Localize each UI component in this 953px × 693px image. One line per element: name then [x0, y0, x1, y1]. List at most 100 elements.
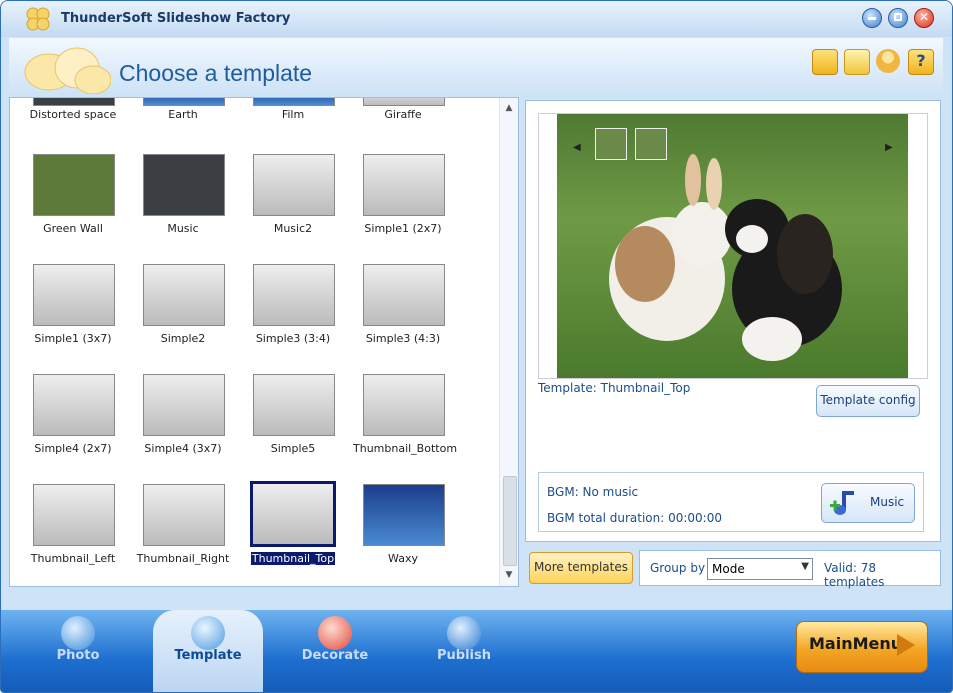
scroll-up-icon[interactable]: ▲ [502, 101, 516, 115]
template-label: Thumbnail_Top [251, 552, 335, 565]
template-tile[interactable]: Thumbnail_Left [23, 484, 123, 566]
selected-template-label: Template: Thumbnail_Top [538, 381, 691, 395]
nav-template[interactable]: Template [153, 610, 263, 692]
group-by-label: Group by [650, 561, 706, 575]
user-icon[interactable] [876, 49, 900, 73]
template-tile[interactable]: Waxy [353, 484, 453, 566]
template-thumbnail [33, 264, 115, 326]
photo-icon [61, 616, 95, 650]
template-thumbnail [253, 98, 335, 106]
main-menu-label: MainMenu [809, 634, 903, 653]
nav-decorate[interactable]: Decorate [280, 610, 390, 692]
template-tile[interactable]: Green Wall [23, 154, 123, 236]
template-tile[interactable]: Simple2 [133, 264, 233, 346]
template-tile[interactable]: Thumbnail_Bottom [353, 374, 458, 456]
app-title: ThunderSoft Slideshow Factory [61, 11, 291, 26]
template-label: Thumbnail_Bottom [353, 442, 458, 455]
template-thumbnail [143, 374, 225, 436]
app-window: ThunderSoft Slideshow Factory ✕ Choose a… [0, 0, 953, 693]
folder-icon[interactable] [812, 49, 838, 75]
template-tile[interactable]: Music2 [243, 154, 343, 236]
template-list[interactable]: Distorted space Earth Film Giraffe Green… [9, 97, 519, 587]
template-thumbnail [363, 264, 445, 326]
template-thumbnail [363, 154, 445, 216]
template-tile[interactable]: Simple4 (3x7) [133, 374, 233, 456]
page-header: Choose a template ? [9, 38, 943, 94]
template-tile[interactable]: Simple3 (3:4) [243, 264, 343, 346]
nav-publish-label: Publish [437, 648, 491, 663]
template-tile[interactable]: Simple1 (3x7) [23, 264, 123, 346]
template-thumbnail [363, 98, 445, 106]
template-thumbnail [253, 374, 335, 436]
template-label: Thumbnail_Right [136, 552, 230, 565]
template-thumbnail [143, 264, 225, 326]
template-label: Thumbnail_Left [30, 552, 116, 565]
nav-template-label: Template [174, 648, 242, 663]
rabbit-and-puppy-photo [609, 154, 842, 361]
group-by-select[interactable]: Mode ▼ [707, 558, 813, 580]
app-logo-icon [26, 7, 50, 31]
template-tile[interactable]: Simple4 (2x7) [23, 374, 123, 456]
template-label: Simple2 [160, 332, 206, 345]
template-tile[interactable]: Simple3 (4:3) [353, 264, 453, 346]
template-config-button[interactable]: Template config [816, 385, 920, 417]
maximize-button[interactable] [888, 8, 908, 28]
template-label: Distorted space [29, 108, 117, 121]
template-thumbnail [33, 98, 115, 106]
template-tile[interactable]: Simple5 [243, 374, 343, 456]
template-thumbnail [253, 264, 335, 326]
template-tile[interactable]: Music [133, 154, 233, 236]
nav-photo-label: Photo [56, 648, 100, 663]
template-thumbnail [143, 484, 225, 546]
template-thumbnail [33, 484, 115, 546]
nav-publish[interactable]: Publish [409, 610, 519, 692]
template-tile-selected[interactable]: Thumbnail_Top [243, 481, 343, 566]
template-thumbnail [363, 374, 445, 436]
template-label: Earth [168, 108, 198, 121]
save-icon[interactable] [844, 49, 870, 75]
template-thumbnail [250, 481, 336, 547]
help-icon[interactable]: ? [908, 49, 934, 75]
scrollbar-thumb[interactable] [503, 476, 517, 566]
template-label: Film [281, 108, 305, 121]
template-thumbnail [33, 154, 115, 216]
add-music-icon [830, 491, 854, 515]
template-list-scrollbar[interactable]: ▲ ▼ [499, 98, 518, 586]
bgm-box: BGM: No music BGM total duration: 00:00:… [538, 472, 924, 532]
bgm-duration: BGM total duration: 00:00:00 [547, 511, 722, 525]
template-icon [191, 616, 225, 650]
close-button[interactable]: ✕ [914, 8, 934, 28]
template-thumbnail [33, 374, 115, 436]
template-tile[interactable]: Earth [133, 98, 233, 128]
more-templates-button[interactable]: More templates [529, 552, 633, 584]
template-label: Simple1 (3x7) [34, 332, 112, 345]
nav-decorate-label: Decorate [301, 648, 369, 663]
group-by-value: Mode [712, 562, 745, 576]
main-menu-button[interactable]: MainMenu [796, 621, 928, 673]
template-tile[interactable]: Film [243, 98, 343, 128]
template-label: Simple4 (3x7) [144, 442, 222, 455]
template-tile[interactable]: Thumbnail_Right [133, 484, 233, 566]
template-label: Giraffe [384, 108, 422, 121]
bgm-label: BGM: No music [547, 485, 639, 499]
music-button[interactable]: Music [821, 483, 915, 523]
template-label: Waxy [388, 552, 418, 565]
template-thumbnail [143, 154, 225, 216]
template-tile[interactable]: Giraffe [353, 98, 453, 128]
template-label: Simple3 (4:3) [365, 332, 441, 345]
bottom-nav: Photo Template Decorate Publish MainMenu [1, 610, 952, 692]
title-bar[interactable]: ThunderSoft Slideshow Factory ✕ [1, 1, 952, 37]
scroll-down-icon[interactable]: ▼ [502, 568, 516, 582]
template-label: Simple1 (2x7) [364, 222, 442, 235]
publish-icon [447, 616, 481, 650]
chevron-down-icon: ▼ [801, 561, 809, 572]
preview-image: ◀ ▶ [557, 114, 908, 378]
template-label: Music2 [273, 222, 313, 235]
decorate-icon [318, 616, 352, 650]
template-label: Simple3 (3:4) [255, 332, 331, 345]
minimize-button[interactable] [862, 8, 882, 28]
template-tile[interactable]: Simple1 (2x7) [353, 154, 453, 236]
nav-photo[interactable]: Photo [23, 610, 133, 692]
template-thumbnail [143, 98, 225, 106]
template-tile[interactable]: Distorted space [23, 98, 123, 128]
